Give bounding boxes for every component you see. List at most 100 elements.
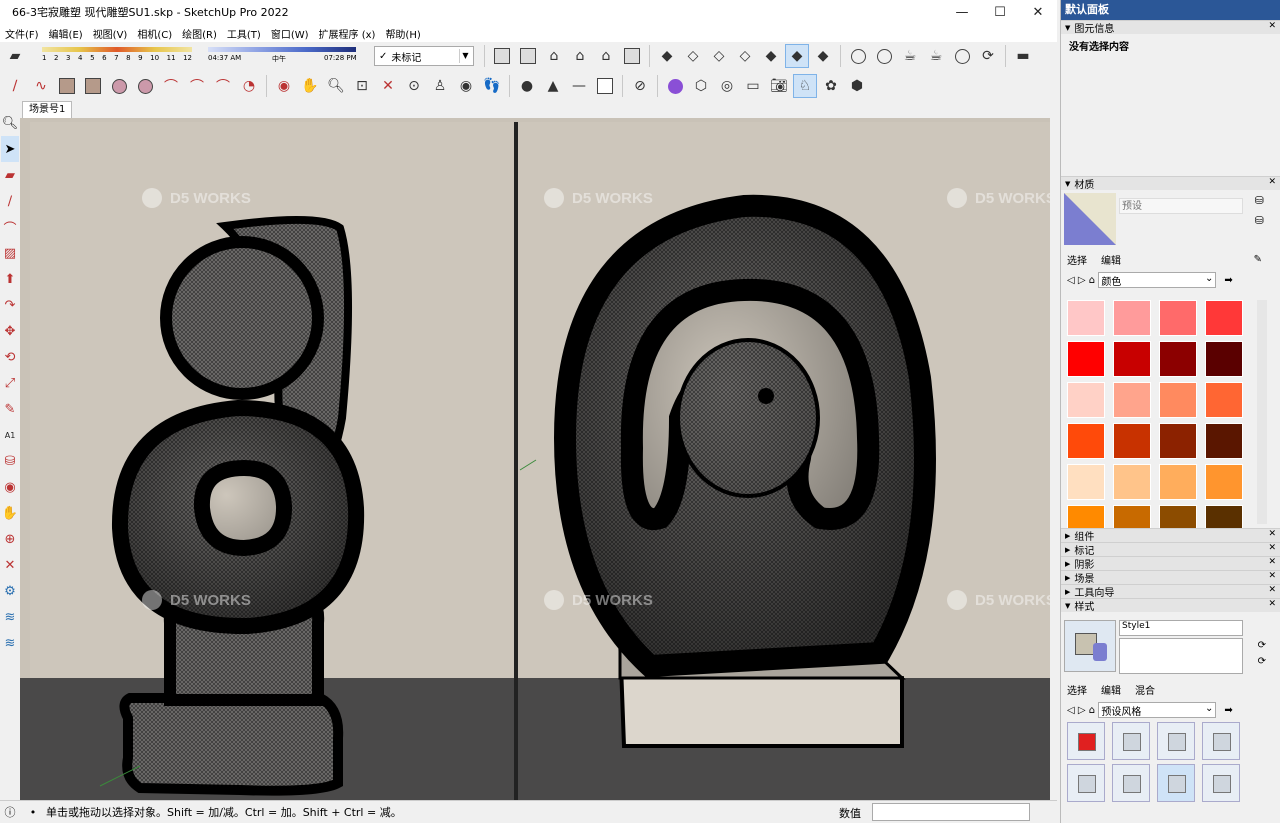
color-swatch[interactable] <box>1067 464 1105 500</box>
color-swatch[interactable] <box>1067 382 1105 418</box>
tags-header[interactable]: ▶ 标记 ✕ <box>1061 542 1280 557</box>
zoom-window-icon[interactable]: ⊡ <box>350 74 374 98</box>
polygon-icon[interactable] <box>133 74 157 98</box>
rotated-rect-icon[interactable] <box>81 74 105 98</box>
tab-select[interactable]: 选择 <box>1067 682 1087 697</box>
rotate-icon[interactable]: ⟲ <box>1 344 19 370</box>
color-swatch[interactable] <box>1159 341 1197 377</box>
three-point-arc-icon[interactable]: ⌒ <box>211 74 235 98</box>
color-swatch[interactable] <box>1159 464 1197 500</box>
style-thumbnail[interactable] <box>1202 722 1240 760</box>
color-swatch[interactable] <box>1113 341 1151 377</box>
previous-view-icon[interactable]: ⊙ <box>402 74 426 98</box>
paint-bucket-icon[interactable]: ⛁ <box>1 448 19 474</box>
sync-icon[interactable]: ◎ <box>715 74 739 98</box>
line-icon[interactable]: ∕ <box>3 74 27 98</box>
close-button[interactable]: ✕ <box>1019 5 1057 20</box>
color-swatch[interactable] <box>1205 423 1243 459</box>
close-icon[interactable]: ✕ <box>1268 557 1276 567</box>
iso-view-icon[interactable] <box>490 44 514 68</box>
materials-header[interactable]: ▼ 材质 ✕ <box>1061 176 1280 191</box>
color-swatch[interactable] <box>1159 382 1197 418</box>
color-swatch[interactable] <box>1159 300 1197 336</box>
orbit-icon[interactable]: ◉ <box>272 74 296 98</box>
swatch-scrollbar[interactable] <box>1257 300 1267 524</box>
components-header[interactable]: ▶ 组件 ✕ <box>1061 528 1280 543</box>
square-icon[interactable] <box>593 74 617 98</box>
color-swatch[interactable] <box>1205 300 1243 336</box>
menu-window[interactable]: 窗口(W) <box>266 26 314 41</box>
style-thumbnail[interactable] <box>1112 722 1150 760</box>
move-icon[interactable]: ✥ <box>1 318 19 344</box>
shaded-icon[interactable]: ◆ <box>759 44 783 68</box>
close-icon[interactable]: ✕ <box>1268 529 1276 539</box>
eraser-icon[interactable]: ▰ <box>1 162 19 188</box>
fog-icon[interactable] <box>950 44 974 68</box>
update-style-icon[interactable]: ⟳ <box>1258 640 1266 651</box>
scale-icon[interactable]: ⤢ <box>1 370 19 396</box>
info-icon[interactable]: ⓘ <box>0 804 20 820</box>
video-icon[interactable]: ▭ <box>741 74 765 98</box>
menu-camera[interactable]: 相机(C) <box>132 26 177 41</box>
tab-select[interactable]: 选择 <box>1067 252 1087 267</box>
tab-edit[interactable]: 编辑 <box>1101 252 1121 267</box>
zoom-extents-icon[interactable]: ✕ <box>376 74 400 98</box>
back-edges-icon[interactable]: ◇ <box>681 44 705 68</box>
close-icon[interactable]: ✕ <box>1268 599 1276 609</box>
d5-render-icon[interactable] <box>663 74 687 98</box>
camera-icon[interactable]: 📷︎ <box>767 74 791 98</box>
home-icon[interactable]: ⌂ <box>1089 275 1095 286</box>
menu-edit[interactable]: 编辑(E) <box>44 26 88 41</box>
tab-mix[interactable]: 混合 <box>1135 682 1155 697</box>
arc-icon[interactable]: ⌒ <box>159 74 183 98</box>
3d-viewport[interactable]: D5 WORKS D5 WORKS D5 WORKS D5 WORKS D5 W… <box>20 118 1050 800</box>
settings-icon[interactable]: ✿ <box>819 74 843 98</box>
maximize-button[interactable]: ☐ <box>981 5 1019 20</box>
color-swatch[interactable] <box>1113 300 1151 336</box>
month-slider[interactable] <box>42 47 192 52</box>
left-sculpture[interactable] <box>111 215 365 796</box>
close-icon[interactable]: ✕ <box>1268 543 1276 553</box>
wireframe-icon[interactable]: ◇ <box>707 44 731 68</box>
style-thumbnail[interactable] <box>1157 764 1195 802</box>
zoom-icon[interactable]: 🔍︎ <box>324 74 348 98</box>
monochrome-icon[interactable]: ◆ <box>811 44 835 68</box>
forward-icon[interactable]: ▷ <box>1078 275 1086 286</box>
style-thumbnail[interactable] <box>1112 764 1150 802</box>
eraser-icon[interactable]: ▰ <box>3 44 27 68</box>
time-slider[interactable] <box>208 47 356 52</box>
follow-me-icon[interactable]: ↷ <box>1 292 19 318</box>
color-swatch[interactable] <box>1205 341 1243 377</box>
position-camera-icon[interactable]: ♙ <box>428 74 452 98</box>
pan-icon[interactable]: ✋ <box>298 74 322 98</box>
details-arrow-icon[interactable]: ➡ <box>1224 275 1232 286</box>
rectangle-icon[interactable]: ▨ <box>1 240 19 266</box>
color-swatch[interactable] <box>1205 382 1243 418</box>
teapot-icon[interactable]: ☕ <box>898 44 922 68</box>
shaded-textures-icon[interactable]: ◆ <box>785 44 809 68</box>
push-pull-icon[interactable]: ⬆ <box>1 266 19 292</box>
vray-icon[interactable] <box>872 44 896 68</box>
right-sculpture[interactable] <box>553 194 936 748</box>
rectangle-icon[interactable] <box>55 74 79 98</box>
color-swatch[interactable] <box>1113 382 1151 418</box>
color-swatch[interactable] <box>1205 464 1243 500</box>
pencil-icon[interactable]: ∕ <box>1 188 19 214</box>
orbit-icon[interactable]: ◉ <box>1 474 19 500</box>
color-swatch[interactable] <box>1113 464 1151 500</box>
sample-paint-icon[interactable]: ⛁ <box>1255 194 1264 207</box>
style-description-field[interactable] <box>1119 638 1243 674</box>
xray-icon[interactable]: ◆ <box>655 44 679 68</box>
stamp-icon[interactable]: ≋ <box>1 630 19 656</box>
look-around-icon[interactable]: ◉ <box>454 74 478 98</box>
ext-warehouse-icon[interactable] <box>846 44 870 68</box>
color-swatch[interactable] <box>1067 300 1105 336</box>
close-icon[interactable]: ✕ <box>1268 571 1276 581</box>
sandbox-icon[interactable]: ≋ <box>1 604 19 630</box>
refresh-icon[interactable]: ⟳ <box>976 44 1000 68</box>
back-icon[interactable]: ◁ <box>1067 705 1075 716</box>
close-icon[interactable]: ✕ <box>1268 177 1276 187</box>
style-thumbnail[interactable] <box>1067 764 1105 802</box>
menu-view[interactable]: 视图(V) <box>88 26 133 41</box>
home-icon[interactable]: ⌂ <box>1089 705 1095 716</box>
